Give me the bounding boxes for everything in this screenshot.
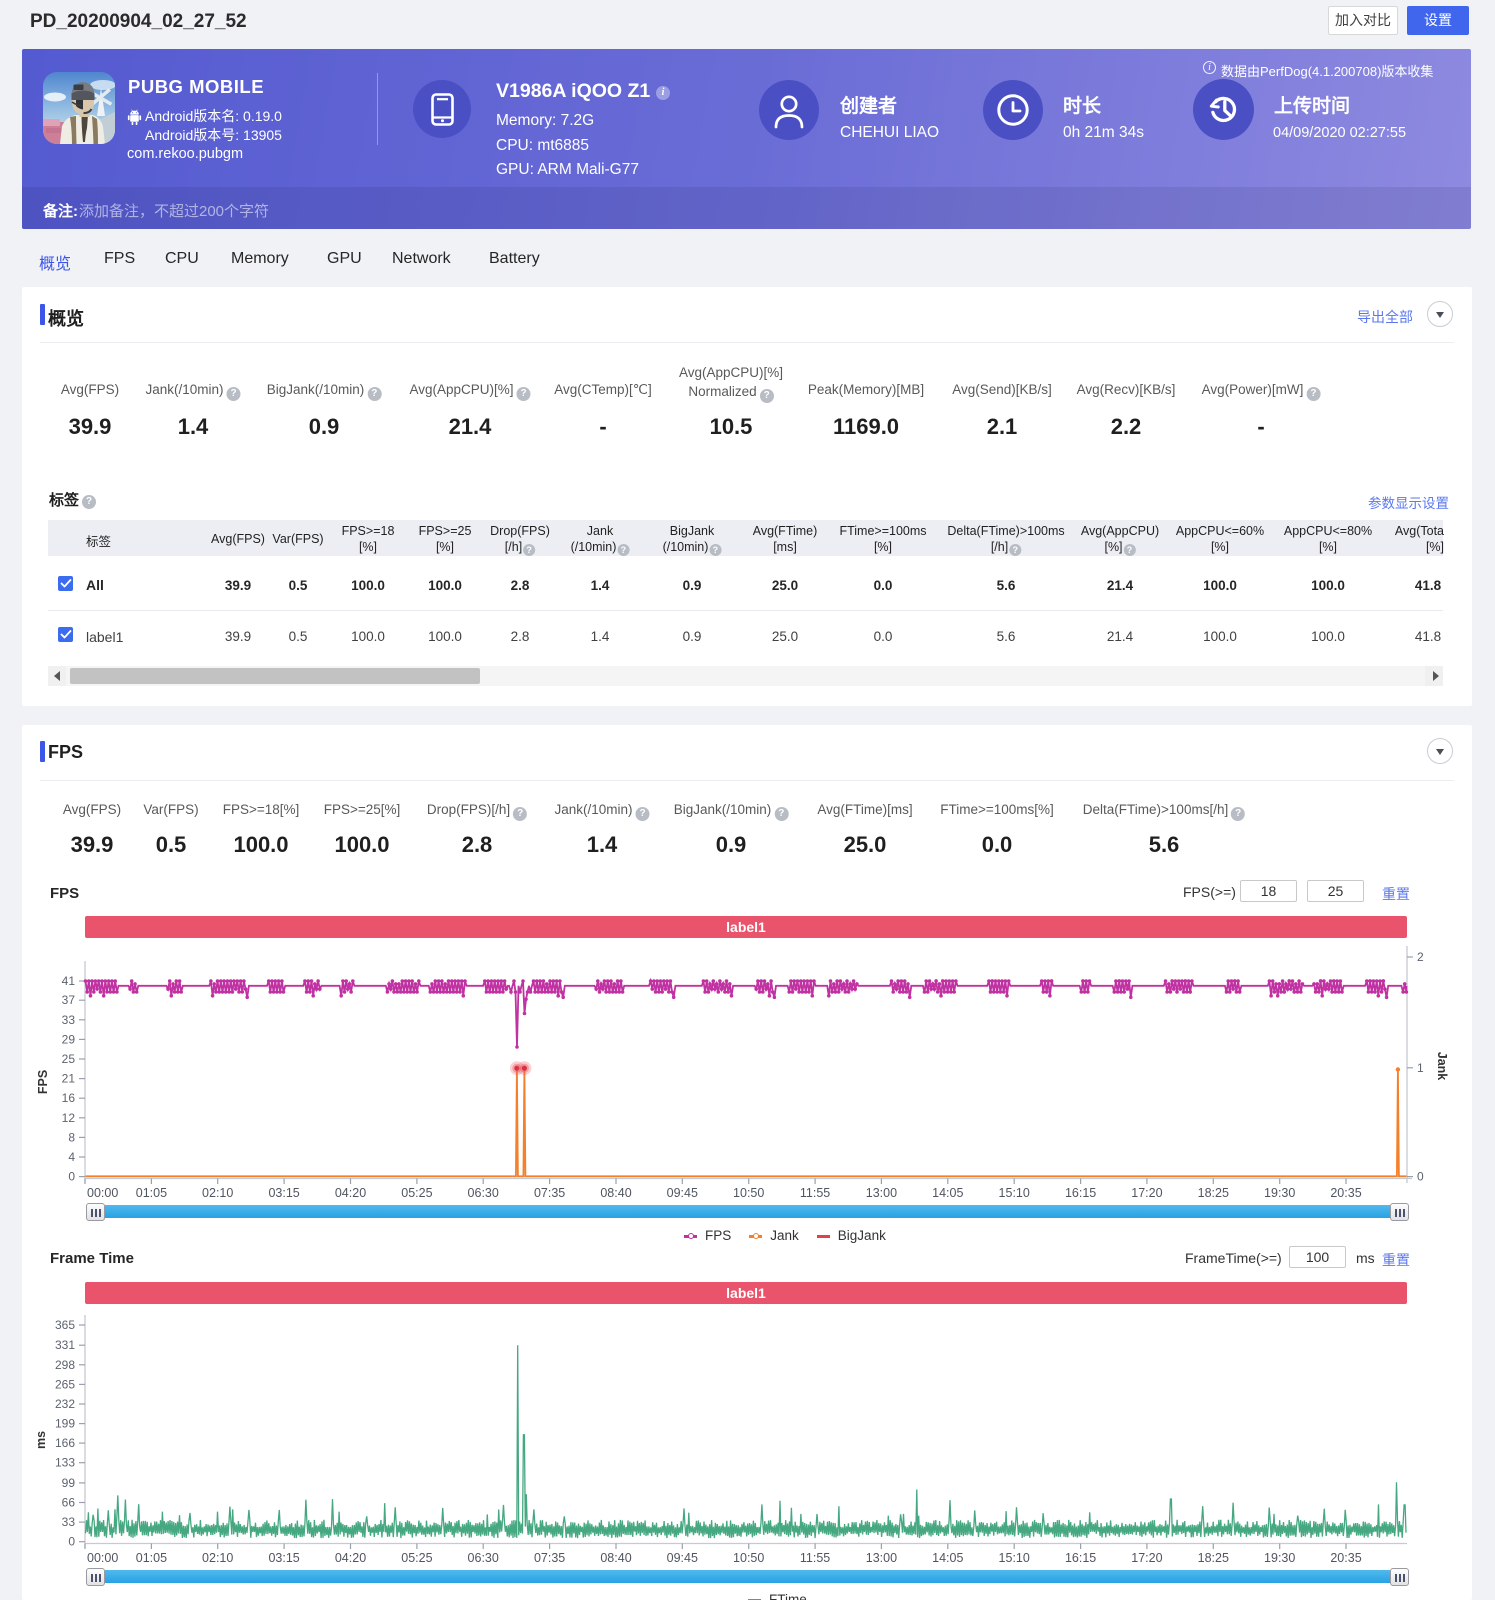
svg-text:331: 331 [55,1338,75,1352]
svg-text:0: 0 [1417,1170,1424,1184]
svg-text:14:05: 14:05 [932,1551,963,1565]
svg-text:133: 133 [55,1456,75,1470]
svg-text:15:10: 15:10 [999,1186,1030,1200]
svg-text:05:25: 05:25 [401,1186,432,1200]
svg-text:00:00: 00:00 [87,1551,118,1565]
svg-text:09:45: 09:45 [667,1551,698,1565]
svg-text:06:30: 06:30 [468,1551,499,1565]
svg-text:00:00: 00:00 [87,1186,118,1200]
svg-text:04:20: 04:20 [335,1186,366,1200]
svg-text:ms: ms [34,1431,48,1449]
svg-text:298: 298 [55,1358,75,1372]
svg-text:33: 33 [62,1013,76,1027]
svg-text:18:25: 18:25 [1198,1551,1229,1565]
svg-text:08:40: 08:40 [600,1186,631,1200]
svg-text:21: 21 [62,1072,76,1086]
svg-text:19:30: 19:30 [1264,1551,1295,1565]
svg-text:14:05: 14:05 [932,1186,963,1200]
svg-text:66: 66 [62,1496,76,1510]
svg-text:16:15: 16:15 [1065,1551,1096,1565]
svg-text:166: 166 [55,1436,75,1450]
svg-text:11:55: 11:55 [800,1186,830,1200]
svg-text:41: 41 [62,974,76,988]
svg-text:25: 25 [62,1052,76,1066]
svg-text:10:50: 10:50 [733,1186,764,1200]
svg-text:232: 232 [55,1397,75,1411]
svg-text:17:20: 17:20 [1131,1186,1162,1200]
svg-text:16: 16 [62,1091,76,1105]
svg-text:09:45: 09:45 [667,1186,698,1200]
svg-text:11:55: 11:55 [800,1551,830,1565]
svg-text:18:25: 18:25 [1198,1186,1229,1200]
svg-text:02:10: 02:10 [202,1186,233,1200]
svg-text:05:25: 05:25 [401,1551,432,1565]
svg-text:265: 265 [55,1377,75,1391]
svg-text:20:35: 20:35 [1330,1186,1361,1200]
svg-text:15:10: 15:10 [999,1551,1030,1565]
svg-text:10:50: 10:50 [733,1551,764,1565]
svg-text:37: 37 [62,993,76,1007]
svg-text:4: 4 [68,1150,75,1164]
svg-text:FPS: FPS [36,1070,50,1094]
svg-text:33: 33 [62,1515,76,1529]
svg-text:19:30: 19:30 [1264,1186,1295,1200]
svg-text:2: 2 [1417,950,1424,964]
svg-text:13:00: 13:00 [866,1186,897,1200]
svg-text:17:20: 17:20 [1131,1551,1162,1565]
svg-text:03:15: 03:15 [268,1186,299,1200]
svg-text:12: 12 [62,1111,76,1125]
svg-text:01:05: 01:05 [136,1551,167,1565]
svg-text:Jank: Jank [1435,1052,1449,1081]
svg-text:8: 8 [68,1130,75,1144]
svg-text:04:20: 04:20 [335,1551,366,1565]
svg-text:365: 365 [55,1318,75,1332]
svg-text:0: 0 [68,1535,75,1549]
svg-text:0: 0 [68,1170,75,1184]
svg-text:20:35: 20:35 [1330,1551,1361,1565]
svg-text:08:40: 08:40 [600,1551,631,1565]
svg-text:07:35: 07:35 [534,1186,565,1200]
svg-text:16:15: 16:15 [1065,1186,1096,1200]
svg-text:199: 199 [55,1417,75,1431]
svg-text:07:35: 07:35 [534,1551,565,1565]
svg-text:13:00: 13:00 [866,1551,897,1565]
svg-text:02:10: 02:10 [202,1551,233,1565]
svg-text:03:15: 03:15 [268,1551,299,1565]
svg-text:1: 1 [1417,1061,1424,1075]
svg-text:99: 99 [62,1476,76,1490]
svg-text:29: 29 [62,1032,76,1046]
svg-text:01:05: 01:05 [136,1186,167,1200]
svg-text:06:30: 06:30 [468,1186,499,1200]
